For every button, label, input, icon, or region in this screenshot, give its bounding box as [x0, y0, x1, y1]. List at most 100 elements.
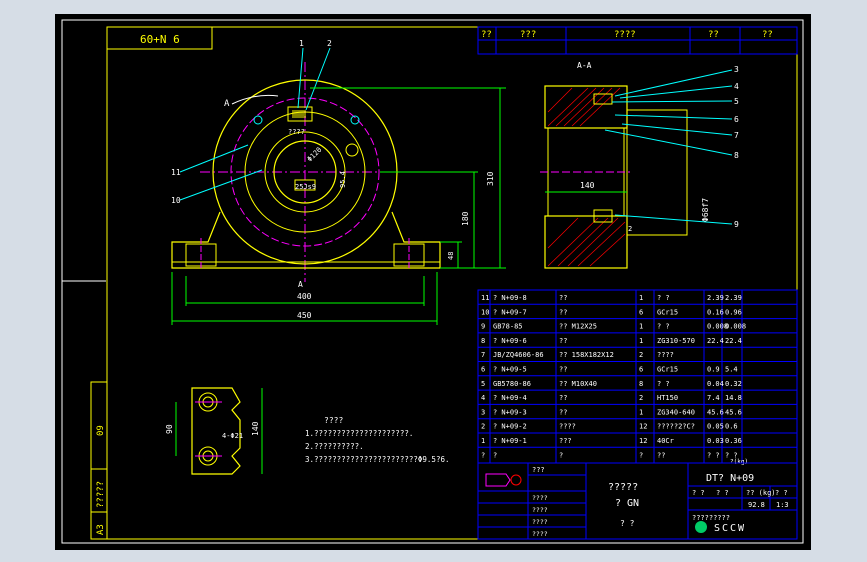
company-logo-icon	[695, 521, 707, 533]
parts-cell-w1: 45.6	[707, 408, 724, 416]
parts-cell-mat: ????	[657, 351, 674, 359]
parts-cell-w2: 0.96	[725, 308, 742, 316]
parts-cell-code: ? N+09-7	[493, 308, 527, 316]
parts-cell-name: ??	[559, 394, 567, 402]
tb-header-1: ? ?	[692, 489, 705, 497]
parts-cell-qty: 8	[639, 380, 643, 388]
section-label: A-A	[577, 61, 592, 70]
callout-5: 5	[734, 97, 739, 106]
parts-cell-w2: 2.39	[725, 294, 742, 302]
parts-cell-mat: 40Cr	[657, 437, 674, 445]
callout-4: 4	[734, 82, 739, 91]
dim-keyway: 95.4	[339, 171, 347, 188]
parts-cell-code: ? N+09-8	[493, 294, 527, 302]
parts-cell-name: ?? M12X25	[559, 323, 597, 331]
callout-11: 11	[171, 168, 181, 177]
parts-cell-mat: ZG310-570	[657, 337, 695, 345]
parts-cell-w2: 0.36	[725, 437, 742, 445]
bolt-dim-hole: 4-Φ21	[222, 432, 243, 440]
notes-title: ????	[324, 416, 343, 425]
parts-cell-no: 10	[481, 308, 489, 316]
parts-cell-w2: 0.32	[725, 380, 742, 388]
parts-cell-mat: ?????2?C?	[657, 423, 695, 431]
dim-base-inner: 400	[297, 292, 312, 301]
parts-cell-w2: 0.008	[725, 323, 746, 331]
parts-cell-mat: GCr15	[657, 308, 678, 316]
parts-cell-name: ?? M10X40	[559, 380, 597, 388]
dim-base-outer: 450	[297, 311, 312, 320]
dim-height-base: 48	[447, 252, 455, 260]
parts-cell-w2: 14.8	[725, 394, 742, 402]
parts-cell-name: ??	[559, 408, 567, 416]
parts-cell-qty: 12	[639, 437, 647, 445]
parts-cell-name: ??	[559, 337, 567, 345]
parts-cell-qty: 1	[639, 408, 643, 416]
parts-cell-no: 1	[481, 437, 485, 445]
parts-cell-mat: ? ?	[657, 380, 670, 388]
parts-cell-mat: ZG340-640	[657, 408, 695, 416]
parts-cell-no: 4	[481, 394, 485, 402]
drawing-number: DT? N+09	[706, 473, 754, 484]
top-table-h2: ???	[520, 30, 536, 40]
parts-cell-no: 3	[481, 408, 485, 416]
section-arrow-label-top: A	[224, 99, 230, 109]
note-line-3: 3.???????????????????????Φ9.5?6.	[305, 455, 450, 464]
front-note: ????	[288, 128, 305, 136]
parts-cell-w1: 0.16	[707, 308, 724, 316]
parts-cell-w1: 7.4	[707, 394, 720, 402]
parts-cell-code: ? N+09-5	[493, 366, 527, 374]
callout-2: 2	[327, 39, 332, 48]
parts-cell-qty: 1	[639, 323, 643, 331]
tb-weight: 92.8	[748, 501, 765, 509]
parts-header-no: ?	[481, 451, 485, 459]
parts-cell-code: JB/ZQ4606-86	[493, 351, 544, 359]
top-table-h3: ????	[614, 30, 636, 40]
parts-cell-w1: 0.9	[707, 366, 720, 374]
tb-sig-2: ????	[532, 506, 548, 514]
parts-cell-mat: ? ?	[657, 294, 670, 302]
parts-header-qty: ?	[639, 451, 643, 459]
tb-check-label: ???	[532, 466, 545, 474]
callout-7: 7	[734, 131, 739, 140]
parts-cell-code: ? N+09-4	[493, 394, 527, 402]
top-table-h5: ??	[762, 30, 773, 40]
parts-cell-w2: 22.4	[725, 337, 742, 345]
parts-header-code: ?	[493, 451, 497, 459]
parts-cell-name: ????	[559, 423, 576, 431]
side-label-3: 09	[96, 425, 106, 436]
tb-header-3: ?? (kg)	[746, 489, 776, 497]
callout-8: 8	[734, 151, 739, 160]
tb-header-4: ? ?	[775, 489, 788, 497]
tb-sig-3: ????	[532, 518, 548, 526]
parts-cell-qty: 6	[639, 308, 643, 316]
parts-header-name: ?	[559, 451, 563, 459]
parts-cell-w1: 2.39	[707, 294, 724, 302]
parts-cell-w1: 0.05	[707, 423, 724, 431]
parts-cell-qty: 2	[639, 351, 643, 359]
parts-cell-code: GB5780-86	[493, 380, 531, 388]
parts-cell-code: ? N+09-3	[493, 408, 527, 416]
note-line-1: 1.?????????????????????.	[305, 429, 413, 438]
parts-cell-name: ??	[559, 308, 567, 316]
callout-9: 9	[734, 220, 739, 229]
parts-cell-qty: 6	[639, 366, 643, 374]
parts-cell-mat: HT150	[657, 394, 678, 402]
parts-cell-no: 2	[481, 423, 485, 431]
parts-cell-code: ? N+09-2	[493, 423, 527, 431]
section-small-label: 2	[628, 225, 632, 233]
dim-height-total: 310	[486, 171, 495, 186]
parts-cell-w2: 45.6	[725, 408, 742, 416]
parts-cell-name: ??	[559, 366, 567, 374]
callout-6: 6	[734, 115, 739, 124]
bolt-dim-side: 140	[251, 421, 260, 436]
parts-cell-qty: 12	[639, 423, 647, 431]
side-label-a3: A3	[96, 524, 106, 535]
bolt-dim-height: 90	[165, 424, 174, 434]
callout-3: 3	[734, 65, 739, 74]
parts-cell-no: 8	[481, 337, 485, 345]
parts-cell-code: ? N+09-6	[493, 337, 527, 345]
tb-company-cn: ?????????	[692, 514, 730, 522]
tb-sig-4: ????	[532, 530, 548, 538]
drawing-viewport	[55, 14, 811, 550]
parts-cell-qty: 2	[639, 394, 643, 402]
